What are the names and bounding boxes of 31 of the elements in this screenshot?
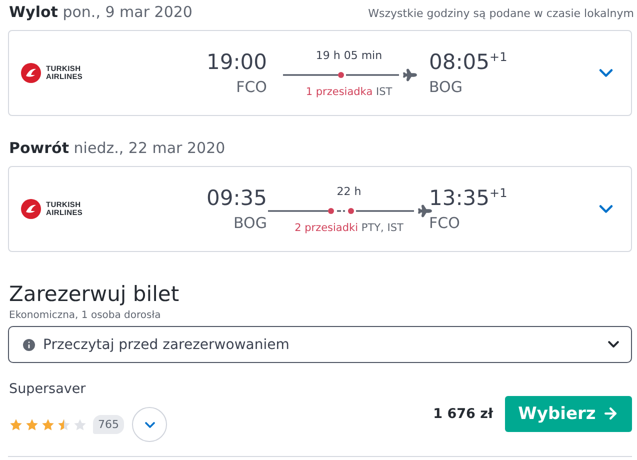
info-dropdown[interactable]: Przeczytaj przed zarezerwowaniem [8, 326, 632, 363]
arrival-airport: BOG [429, 78, 462, 96]
departure-airport: FCO [236, 78, 267, 96]
arrival-airport: FCO [429, 214, 460, 232]
airline-logo-icon [21, 199, 41, 219]
flight-duration: 22 h [336, 184, 362, 198]
star-icon [57, 418, 71, 432]
stops-info: 1 przesiadka IST [306, 86, 392, 98]
chevron-icon [144, 422, 154, 428]
leg-heading: Wylot pon., 9 mar 2020 [9, 3, 192, 21]
star-icon [25, 418, 39, 432]
chevron-icon [608, 341, 619, 348]
flight-duration: 19 h 05 min [316, 48, 382, 62]
route-line-icon [282, 70, 398, 78]
booking-title: Zarezerwuj bilet [9, 282, 180, 306]
passenger-info: Ekonomiczna, 1 osoba dorosła [9, 310, 162, 321]
star-icon [73, 418, 87, 432]
route-line-icon [268, 206, 414, 214]
review-count: 765 [93, 415, 124, 434]
departure-time: 09:35 [206, 186, 267, 210]
departure-airport: BOG [234, 214, 267, 232]
timezone-note: Wszystkie godziny są podane w czasie lokalnym [368, 7, 634, 20]
price: 1 676 zł [433, 406, 493, 422]
star-icon [41, 418, 55, 432]
stops-info: 2 przesiadki PTY, IST [294, 222, 404, 234]
star-icon [9, 418, 23, 432]
airline-logo-icon [21, 63, 41, 83]
info-icon [21, 336, 37, 352]
leg-heading: Powrót niedz., 22 mar 2020 [9, 139, 226, 157]
departure-time: 19:00 [206, 50, 267, 74]
fare-name: Supersaver [9, 381, 87, 397]
